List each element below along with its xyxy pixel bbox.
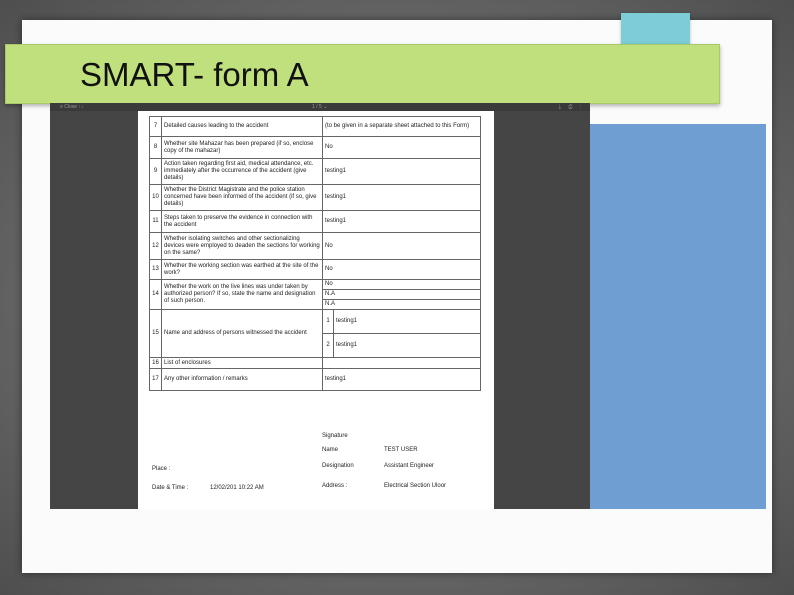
toolbar-left-controls[interactable]: ≡ Close ↑↓ (60, 103, 83, 111)
document-page: 7 Detailed causes leading to the accident… (138, 111, 494, 509)
designation-value: Assistant Engineer (384, 463, 435, 469)
place-label: Place : (152, 466, 171, 472)
toolbar-right-controls[interactable]: ⤓ ⎙ ⋮ (559, 103, 584, 111)
accent-block-right (588, 124, 766, 509)
designation-label: Designation (322, 463, 354, 469)
pdf-viewer[interactable]: ≡ Close ↑↓ 1 / 5 ⌄ ⤓ ⎙ ⋮ 7 Detailed cause… (50, 103, 590, 509)
address-value: Electrical Section Uloor (384, 483, 447, 489)
datetime-label: Date & Time : (152, 485, 189, 491)
viewer-toolbar: ≡ Close ↑↓ 1 / 5 ⌄ ⤓ ⎙ ⋮ (50, 103, 590, 111)
address-label: Address : (322, 483, 348, 489)
signature-heading: Signature (322, 433, 348, 439)
name-label: Name (322, 447, 339, 453)
slide-title: SMART- form A (80, 56, 309, 93)
datetime-value: 12/02/201 10:22 AM (210, 485, 264, 491)
signature-block: Signature Name TEST USER Designation Ass… (138, 111, 494, 509)
name-value: TEST USER (384, 447, 418, 453)
page-indicator[interactable]: 1 / 5 ⌄ (312, 103, 327, 111)
